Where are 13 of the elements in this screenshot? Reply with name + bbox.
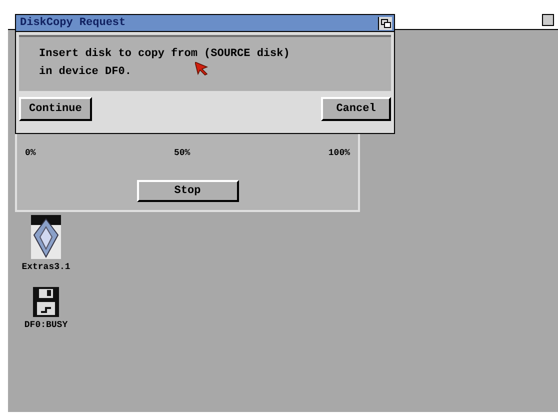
- scale-label: 0%: [25, 146, 36, 160]
- icon-label: DF0:BUSY: [24, 318, 68, 332]
- message-text: in device DF0.: [39, 65, 132, 80]
- dialog-button[interactable]: Continue: [19, 97, 92, 121]
- mouse-pointer-icon: [195, 62, 209, 76]
- window-title: DiskCopy Request: [20, 16, 126, 31]
- dialog-button[interactable]: Cancel: [321, 97, 391, 121]
- icon-label: Extras3.1: [22, 261, 70, 274]
- diamond-icon[interactable]: [31, 215, 61, 259]
- stop-button[interactable]: Stop: [136, 180, 238, 202]
- message-text: Insert disk to copy from (SOURCE disk): [39, 46, 290, 62]
- scale-label: 100%: [328, 146, 350, 160]
- scale-label: 50%: [174, 146, 190, 160]
